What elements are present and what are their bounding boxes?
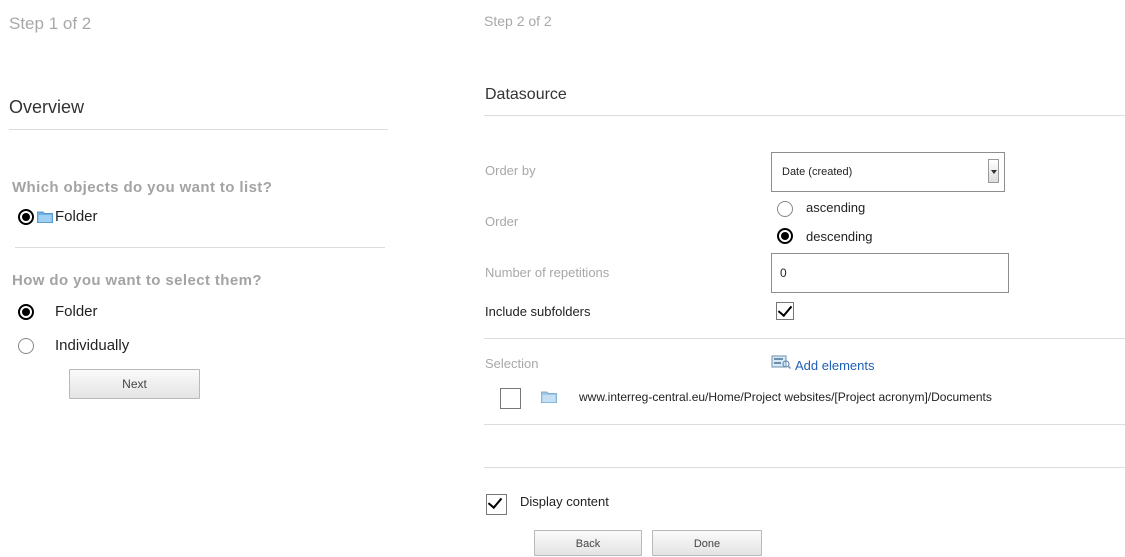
folder-icon bbox=[37, 211, 53, 223]
select-individually-radio[interactable] bbox=[18, 338, 34, 354]
step1-indicator: Step 1 of 2 bbox=[9, 14, 92, 33]
next-button[interactable]: Next bbox=[69, 369, 200, 399]
repetitions-input[interactable]: 0 bbox=[771, 253, 1009, 293]
overview-title: Overview bbox=[9, 97, 85, 117]
selection-row-checkbox[interactable] bbox=[500, 388, 521, 409]
folder-icon bbox=[541, 391, 557, 403]
add-elements-icon[interactable] bbox=[771, 353, 791, 369]
display-content-checkbox[interactable] bbox=[486, 494, 507, 515]
options-divider bbox=[484, 338, 1125, 339]
order-ascending-label: ascending bbox=[806, 200, 866, 215]
order-descending-radio[interactable] bbox=[777, 228, 793, 244]
objects-folder-label: Folder bbox=[55, 208, 98, 225]
select-folder-label: Folder bbox=[55, 303, 98, 320]
datasource-title: Datasource bbox=[485, 86, 567, 103]
select-individually-label: Individually bbox=[55, 337, 130, 354]
select-folder-radio[interactable] bbox=[18, 304, 34, 320]
question-divider bbox=[15, 247, 385, 248]
order-by-select[interactable]: Date (created) bbox=[771, 152, 1005, 192]
objects-question: Which objects do you want to list? bbox=[12, 179, 273, 196]
back-button[interactable]: Back bbox=[534, 530, 642, 556]
overview-divider bbox=[9, 129, 388, 130]
repetitions-label: Number of repetitions bbox=[485, 265, 610, 280]
selection-label: Selection bbox=[485, 356, 539, 371]
objects-folder-radio[interactable] bbox=[18, 209, 34, 225]
order-by-value: Date (created) bbox=[782, 166, 853, 178]
select-question: How do you want to select them? bbox=[12, 272, 262, 289]
order-ascending-radio[interactable] bbox=[777, 201, 793, 217]
step2-indicator: Step 2 of 2 bbox=[484, 13, 552, 29]
subfolders-label: Include subfolders bbox=[485, 304, 591, 319]
selection-divider bbox=[484, 424, 1125, 425]
done-button[interactable]: Done bbox=[652, 530, 762, 556]
order-label: Order bbox=[485, 214, 519, 229]
subfolders-checkbox[interactable] bbox=[776, 302, 794, 320]
footer-divider bbox=[484, 467, 1125, 468]
display-content-label: Display content bbox=[520, 494, 609, 509]
datasource-divider bbox=[484, 115, 1125, 116]
order-by-label: Order by bbox=[485, 163, 536, 178]
add-elements-link[interactable]: Add elements bbox=[795, 358, 875, 373]
order-descending-label: descending bbox=[806, 229, 873, 244]
chevron-down-icon[interactable] bbox=[988, 159, 999, 183]
selection-path: www.interreg-central.eu/Home/Project web… bbox=[579, 390, 992, 404]
